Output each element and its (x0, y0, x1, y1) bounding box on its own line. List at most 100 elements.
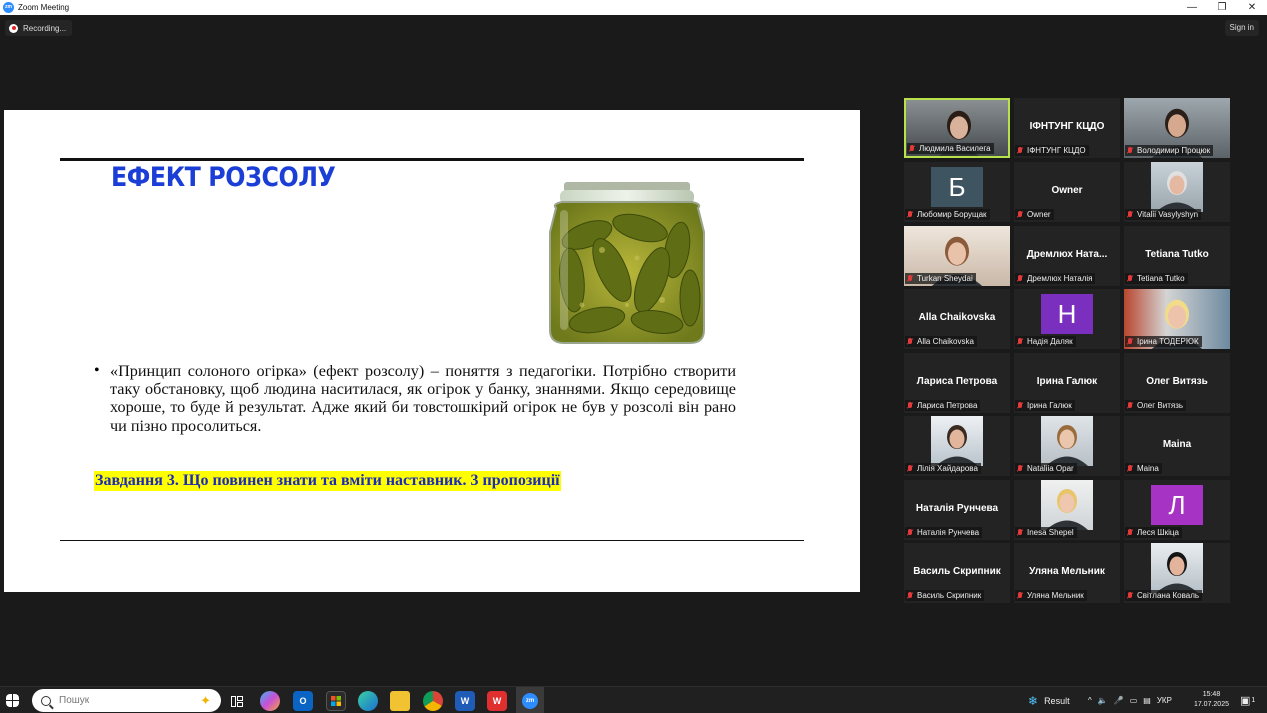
participant-tile[interactable]: Owner Owner (1014, 162, 1120, 222)
participant-name-label: Олег Витязь (1125, 400, 1187, 411)
chrome-app-icon[interactable] (423, 691, 443, 711)
shared-screen-slide: ЕФЕКТ РОЗСОЛУ • «Принцип солоного огірка… (4, 110, 860, 592)
volume-icon[interactable]: 🔈 (1098, 696, 1108, 705)
participant-name: Vitalii Vasylyshyn (1137, 210, 1199, 219)
participant-photo (1151, 543, 1203, 593)
participant-tile[interactable]: Inesa Shepel (1014, 480, 1120, 540)
slide-title: ЕФЕКТ РОЗСОЛУ (111, 162, 336, 193)
participant-name-label: Ірина ТОДЕРЮК (1125, 336, 1202, 347)
participant-name: Надія Даляк (1027, 337, 1073, 346)
participant-tile[interactable]: Лілія Хайдарова (904, 416, 1010, 476)
chevron-up-icon[interactable]: ^ (1088, 696, 1092, 705)
muted-mic-icon (1127, 337, 1133, 346)
participant-name-label: Леся Шкіца (1125, 527, 1182, 538)
participant-tile[interactable]: Володимир Процюк (1124, 98, 1230, 158)
wps-app-icon[interactable]: W (487, 691, 507, 711)
participant-tile[interactable]: Людмила Василега (904, 98, 1010, 158)
participant-tile[interactable]: Alla Chaikovska Alla Chaikovska (904, 289, 1010, 349)
bullet-dot: • (94, 362, 100, 379)
restore-button[interactable]: ❐ (1207, 0, 1237, 15)
slide-bottom-rule (60, 540, 804, 541)
participant-tile[interactable]: Б Любомир Борущак (904, 162, 1010, 222)
participant-display-name: Дремлюх Ната... (1026, 249, 1108, 260)
participant-tile[interactable]: ІФНТУНГ КЦДО ІФНТУНГ КЦДО (1014, 98, 1120, 158)
participant-name: Володимир Процюк (1137, 146, 1211, 155)
copilot-app-icon[interactable] (260, 691, 280, 711)
participant-name-label: Tetiana Tutko (1125, 273, 1188, 284)
record-icon (9, 23, 18, 33)
participant-tile[interactable]: Maina Maina (1124, 416, 1230, 476)
recording-indicator[interactable]: Recording... (5, 20, 73, 36)
notification-count: 1 (1251, 697, 1256, 704)
participant-display-name: ІФНТУНГ КЦДО (1029, 121, 1105, 132)
weather-widget[interactable]: ❄ Result (1028, 687, 1070, 713)
clock-time: 15:48 (1202, 691, 1221, 698)
participant-name-label: Людмила Василега (907, 143, 994, 154)
minimize-button[interactable]: — (1177, 0, 1207, 15)
participant-name: Світлана Коваль (1137, 591, 1200, 600)
edge-app-icon[interactable] (358, 691, 378, 711)
close-button[interactable]: ✕ (1237, 0, 1267, 15)
file-explorer-icon[interactable] (390, 691, 410, 711)
participant-tile[interactable]: Наталія Рунчева Наталія Рунчева (904, 480, 1010, 540)
participant-tile[interactable]: Turkan Sheydai (904, 226, 1010, 286)
muted-mic-icon (1127, 146, 1133, 155)
muted-mic-icon (1127, 210, 1133, 219)
participant-tile[interactable]: Tetiana Tutko Tetiana Tutko (1124, 226, 1230, 286)
participant-display-name: Owner (1051, 185, 1083, 196)
participant-display-name: Tetiana Tutko (1145, 249, 1209, 260)
task-view-icon[interactable] (227, 691, 247, 711)
participant-tile[interactable]: Н Надія Даляк (1014, 289, 1120, 349)
participant-photo (1151, 162, 1203, 212)
participant-tile[interactable]: Ірина ТОДЕРЮК (1124, 289, 1230, 349)
store-app-icon[interactable] (326, 691, 346, 711)
participant-tile[interactable]: Василь Скрипник Василь Скрипник (904, 543, 1010, 603)
participant-name-label: ІФНТУНГ КЦДО (1015, 145, 1089, 156)
participant-name: Owner (1027, 210, 1051, 219)
muted-mic-icon (1017, 464, 1023, 473)
participant-avatar-letter: Н (1041, 294, 1093, 334)
participant-display-name: Уляна Мельник (1029, 566, 1105, 577)
slide-top-rule (60, 158, 804, 161)
battery-icon[interactable]: ▭ (1130, 696, 1138, 705)
participant-name-label: Уляна Мельник (1015, 590, 1087, 601)
windows-start-icon[interactable] (6, 694, 19, 707)
word-app-icon[interactable]: W (455, 691, 475, 711)
participant-name: Nataliia Opar (1027, 464, 1074, 473)
participant-display-name: Лариса Петрова (916, 376, 998, 387)
muted-mic-icon (1017, 146, 1023, 155)
weather-icon: ❄ (1028, 693, 1039, 708)
muted-mic-icon (1017, 210, 1023, 219)
participant-name: Наталія Рунчева (917, 528, 980, 537)
search-input[interactable] (59, 695, 169, 706)
outlook-app-icon[interactable]: O (293, 691, 313, 711)
microphone-icon[interactable]: 🎤 (1114, 696, 1124, 705)
participant-name: Леся Шкіца (1137, 528, 1179, 537)
participant-tile[interactable]: Світлана Коваль (1124, 543, 1230, 603)
taskbar-search[interactable]: ✦ (32, 689, 221, 712)
system-tray: ^ 🔈 🎤 ▭ ▤ УКР (1088, 687, 1172, 713)
participant-tile[interactable]: Nataliia Opar (1014, 416, 1120, 476)
participant-tile[interactable]: Лариса Петрова Лариса Петрова (904, 353, 1010, 413)
taskbar-clock[interactable]: 15:48 17.07.2025 (1194, 690, 1229, 710)
zoom-window: zm Zoom Meeting — ❐ ✕ Recording... Sign … (0, 0, 1267, 713)
participant-tile[interactable]: Ірина Галюк Ірина Галюк (1014, 353, 1120, 413)
muted-mic-icon (1017, 528, 1023, 537)
participant-tile[interactable]: Олег Витязь Олег Витязь (1124, 353, 1230, 413)
network-icon[interactable]: ▤ (1143, 696, 1151, 705)
notification-center[interactable]: ▣ 1 (1240, 687, 1255, 713)
muted-mic-icon (907, 528, 913, 537)
participant-display-name: Василь Скрипник (913, 566, 1001, 577)
participant-tile[interactable]: Дремлюх Ната... Дремлюх Наталія (1014, 226, 1120, 286)
participant-name: Дремлюх Наталія (1027, 274, 1093, 283)
participant-name-label: Світлана Коваль (1125, 590, 1203, 601)
participant-tile[interactable]: Vitalii Vasylyshyn (1124, 162, 1230, 222)
participant-tile[interactable]: Л Леся Шкіца (1124, 480, 1230, 540)
language-indicator[interactable]: УКР (1157, 696, 1172, 705)
participant-name: Уляна Мельник (1027, 591, 1084, 600)
participant-name-label: Owner (1015, 209, 1054, 220)
participant-tile[interactable]: Уляна Мельник Уляна Мельник (1014, 543, 1120, 603)
zoom-taskbar-icon[interactable]: zm (516, 687, 544, 713)
sign-in-button[interactable]: Sign in (1224, 20, 1259, 36)
participant-name-label: Любомир Борущак (905, 209, 990, 220)
